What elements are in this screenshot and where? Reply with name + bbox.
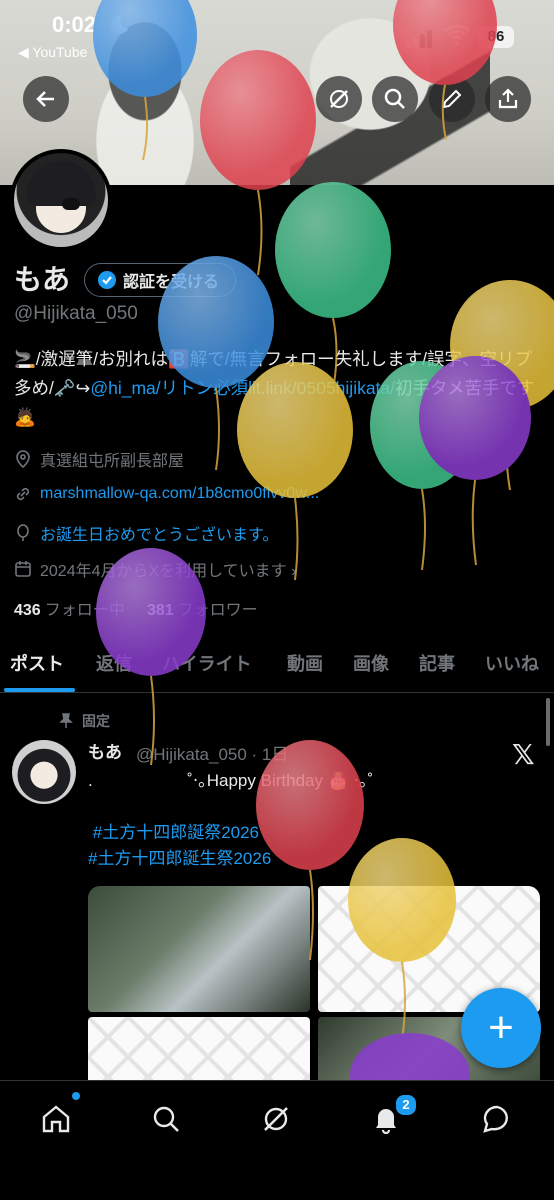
post-hashtag[interactable]: #土方十四郎誕生祭2026 [88,849,271,868]
website-link[interactable]: marshmallow-qa.com/1b8cmo0flvv0w... [40,485,319,503]
post-author-meta: @Hijikata_050 · 1日 [136,745,289,764]
pinned-label: 固定 [82,713,110,729]
battery-indicator: 86 [478,26,514,48]
joined-text: 2024年4月からXを利用しています › [40,563,297,580]
share-button[interactable] [485,76,531,122]
profile-handle: @Hijikata_050 [14,303,138,324]
moon-icon [111,15,128,34]
grok-icon [330,90,348,108]
profile-location: 真選組屯所副長部屋 [14,447,184,471]
edit-button[interactable] [429,76,475,122]
status-time: 0:02 [52,12,97,37]
back-arrow-icon [36,91,54,107]
wifi-icon [444,24,470,45]
followers-link[interactable]: 381 フォロワー [147,602,258,619]
profile-website[interactable]: marshmallow-qa.com/1b8cmo0flvv0w... [14,485,319,503]
chat-icon [483,1105,508,1133]
notification-badge: 2 [394,1093,418,1117]
post-hashtag[interactable]: #土方十四郎誕祭2026 [93,823,259,842]
back-to-app-link[interactable]: ◀ YouTube [18,44,87,61]
profile-name: もあ [14,264,71,295]
tab-posts[interactable]: ポスト [10,650,64,676]
post-author-name[interactable]: もあ [88,738,122,763]
bio-link-url[interactable]: 0505hijikata/ [297,378,395,398]
back-button[interactable] [23,76,69,122]
post-image-3[interactable] [88,1017,310,1087]
tab-likes[interactable]: いいね [485,650,539,676]
share-icon [498,88,518,109]
pin-icon [59,713,73,728]
compose-post-button[interactable]: + [461,988,541,1068]
grok-icon [264,1107,288,1131]
nav-grok[interactable] [256,1099,296,1139]
following-count: 436 [14,602,41,619]
pinned-indicator: 固定 [58,711,110,731]
calendar-icon [15,561,31,577]
get-verified-button[interactable]: 認証を受ける [84,263,237,297]
home-icon [42,1105,70,1133]
signal-icon [406,30,432,48]
link-icon [16,487,30,501]
profile-avatar[interactable] [10,149,112,251]
location-text: 真選組屯所副長部屋 [40,453,185,470]
bio-link-mention[interactable]: @hi_ma/リトン必須lit.link/ [90,378,296,398]
nav-home[interactable] [36,1099,76,1139]
followers-label: フォロワー [177,602,258,619]
followers-count: 381 [146,602,174,619]
profile-bio: 🚬/激遅筆/お別れは🅱️解で/無言フォロー失礼します/誤字、空リプ多め/🗝️↪@… [14,345,539,432]
active-tab-indicator [4,688,75,692]
search-icon [153,1106,179,1132]
verified-badge-icon [98,271,116,289]
post-line: . ˚‧｡Happy Birthday 🎂 ‧｡˚ [88,771,374,790]
profile-tabs: ポスト 返信 ハイライト 動画 画像 記事 いいね [0,640,554,693]
tab-highlights[interactable]: ハイライト [162,650,252,676]
search-icon [384,88,405,109]
tab-replies[interactable]: 返信 [96,650,132,676]
nav-search[interactable] [146,1099,186,1139]
scrollbar[interactable] [546,698,550,746]
birthday-text: お誕生日おめでとうございます。 [40,527,279,544]
nav-messages[interactable] [477,1099,517,1139]
post-image-1[interactable] [88,886,310,1012]
x-logo-icon: 𝕏 [512,739,535,770]
tab-images[interactable]: 画像 [353,650,389,676]
location-pin-icon [16,450,30,468]
following-label: フォロー中 [44,602,125,619]
bottom-navigation [0,1080,554,1200]
search-button[interactable] [372,76,418,122]
home-unread-dot [72,1092,80,1100]
tab-videos[interactable]: 動画 [287,650,323,676]
balloon-icon [17,524,29,541]
profile-joined[interactable]: 2024年4月からXを利用しています › [14,557,296,581]
tab-articles[interactable]: 記事 [419,650,455,676]
get-verified-label: 認証を受ける [123,274,220,291]
profile-birthday: お誕生日おめでとうございます。 [14,521,278,545]
follow-stats: 436 フォロー中 381 フォロワー [14,596,258,620]
grok-button[interactable] [316,76,362,122]
post-body: . ˚‧｡Happy Birthday 🎂 ‧｡˚ #土方十四郎誕祭2026 #… [88,768,373,872]
post-author-avatar[interactable] [12,740,76,804]
edit-icon [442,89,462,109]
following-link[interactable]: 436 フォロー中 [14,602,125,619]
